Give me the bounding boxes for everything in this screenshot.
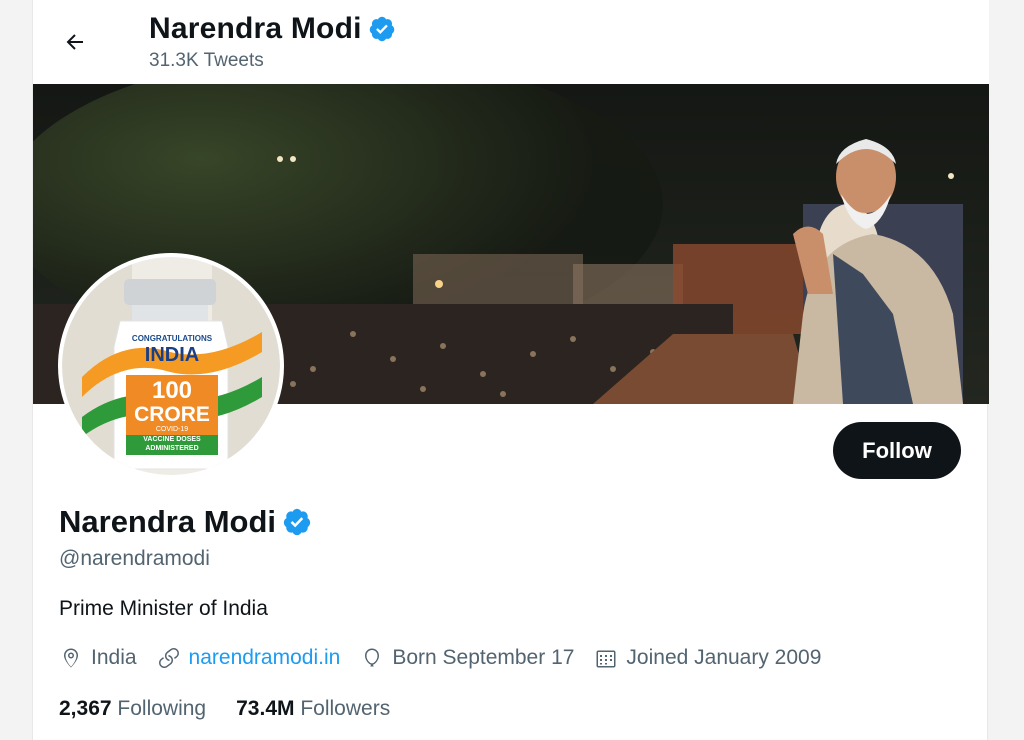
website-link[interactable]: narendramodi.in (189, 646, 341, 670)
avatar-country-text: INDIA (145, 344, 199, 366)
avatar-line3-text: ADMINISTERED (145, 445, 198, 452)
avatar-unit-text: CRORE (134, 403, 210, 426)
verified-badge-icon (369, 16, 394, 42)
avatar-congrats-text: CONGRATULATIONS (132, 334, 213, 343)
profile-bio: Prime Minister of India (59, 597, 268, 620)
profile-header-bar: Narendra Modi 31.3K Tweets (33, 0, 989, 84)
follow-button[interactable]: Follow (833, 422, 961, 479)
tweet-count: 31.3K Tweets (149, 50, 264, 71)
website-item[interactable]: narendramodi.in (157, 646, 341, 670)
joined-item: Joined January 2009 (594, 646, 821, 670)
following-count: 2,367 (59, 697, 112, 720)
back-arrow-icon (66, 34, 83, 50)
birthday-text: Born September 17 (392, 646, 575, 669)
profile-handle: @narendramodi (59, 547, 210, 570)
following-link[interactable]: 2,367 Following (59, 697, 206, 721)
avatar-line1-text: COVID-19 (156, 426, 188, 433)
followers-label: Followers (300, 697, 391, 720)
profile-stats: 2,367 Following 73.4M Followers (59, 697, 420, 721)
link-icon (158, 648, 179, 669)
profile-avatar[interactable]: CONGRATULATIONS INDIA 100 CRORE COVID-19… (58, 253, 284, 479)
joined-text: Joined January 2009 (626, 646, 822, 669)
followers-link[interactable]: 73.4M Followers (236, 697, 390, 721)
location-text: India (91, 646, 137, 669)
profile-display-name: Narendra Modi (59, 504, 312, 540)
avatar-line2-text: VACCINE DOSES (143, 436, 201, 443)
balloon-icon (365, 648, 380, 667)
header-name-text: Narendra Modi (149, 12, 362, 45)
calendar-icon (596, 650, 616, 668)
profile-column: Narendra Modi 31.3K Tweets CONGRATULATIO… (32, 0, 989, 740)
followers-count: 73.4M (236, 697, 295, 720)
avatar-number-text: 100 (152, 377, 192, 404)
birthday-item: Born September 17 (360, 646, 574, 670)
back-button[interactable] (55, 22, 95, 62)
verified-badge-icon (283, 508, 311, 536)
profile-meta: India narendramodi.in Born September 17 … (59, 646, 841, 670)
location-item: India (59, 646, 137, 670)
profile-name-text: Narendra Modi (59, 504, 277, 539)
location-icon (64, 648, 78, 668)
header-title: Narendra Modi (149, 12, 396, 46)
following-label: Following (117, 697, 207, 720)
